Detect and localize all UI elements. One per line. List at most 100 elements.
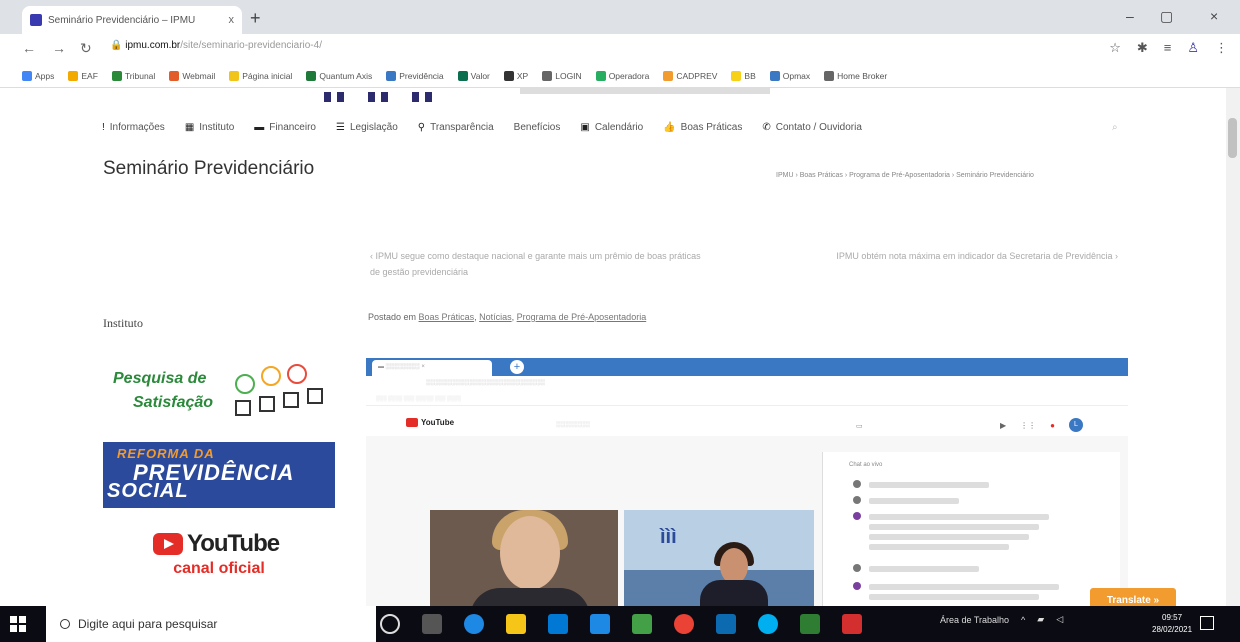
taskbar-search[interactable]: Digite aqui para pesquisar <box>46 606 376 642</box>
embed-video-speaker-1 <box>430 510 618 608</box>
category-link-pre-aposentadoria[interactable]: Programa de Pré-Aposentadoria <box>517 312 647 322</box>
people-icon[interactable] <box>716 614 736 634</box>
forward-icon[interactable]: → <box>52 40 66 56</box>
bookmark-icon <box>769 70 780 81</box>
acrobat-icon[interactable] <box>842 614 862 634</box>
tab-close-icon[interactable]: x <box>229 14 235 26</box>
breadcrumb[interactable]: IPMU › Boas Práticas › Programa de Pré-A… <box>776 172 1034 179</box>
bookmark-item[interactable]: Webmail <box>169 70 215 81</box>
bookmark-item[interactable]: XP <box>503 70 529 81</box>
bookmark-label: XP <box>516 70 529 81</box>
bookmark-item[interactable]: Previdência <box>386 70 444 81</box>
app-l-icon[interactable] <box>632 614 652 634</box>
nav-item-label: Legislação <box>349 122 398 133</box>
bookmark-item[interactable]: Opmax <box>769 70 810 81</box>
banner-youtube-canal[interactable]: YouTube canal oficial <box>103 520 335 586</box>
bookmark-icon <box>229 70 240 81</box>
task-view-icon[interactable] <box>422 614 442 634</box>
mail-icon[interactable] <box>590 614 610 634</box>
nav-item[interactable]: ✆ Contato / Ouvidoria <box>762 122 862 133</box>
bookmark-item[interactable]: Home Broker <box>824 70 888 81</box>
embed-chat-avatar <box>853 512 861 520</box>
scrollbar-thumb[interactable] <box>1228 118 1237 158</box>
nav-item[interactable]: ! Informações <box>102 122 165 133</box>
bookmark-icon <box>111 70 122 81</box>
checkbox-icon <box>235 400 251 416</box>
calculator-icon[interactable] <box>800 614 820 634</box>
category-link-boas-praticas[interactable]: Boas Práticas <box>419 312 475 322</box>
nav-item-label: Informações <box>109 122 165 133</box>
nav-item[interactable]: ☰ Legislação <box>336 122 398 133</box>
embed-bookmarks: ░░░ ░░░░ ░░░ ░░░░░ ░░░ ░░░░ <box>366 392 1128 406</box>
header-logo-fragment <box>520 88 770 94</box>
notifications-icon[interactable] <box>1200 616 1214 630</box>
bookmark-item[interactable]: BB <box>731 70 756 81</box>
embed-live-chat: Chat ao vivo <box>822 452 1120 608</box>
bookmark-item[interactable]: Valor <box>457 70 490 81</box>
profile-icon[interactable]: ♙ <box>1187 40 1199 56</box>
taskbar-clock[interactable]: 09:57 28/02/2021 <box>1152 612 1192 636</box>
bookmark-item[interactable]: Quantum Axis <box>306 70 372 81</box>
prev-post-link[interactable]: ‹ IPMU segue como destaque nacional e ga… <box>370 248 710 280</box>
nav-item[interactable]: ⚲ Transparência <box>418 122 494 133</box>
bookmark-item[interactable]: Tribunal <box>111 70 155 81</box>
reload-icon[interactable]: ↻ <box>80 40 92 57</box>
bookmark-item[interactable]: EAF <box>68 70 98 81</box>
windows-start-icon[interactable] <box>10 616 26 632</box>
next-post-link[interactable]: IPMU obtém nota máxima em indicador da S… <box>800 248 1118 264</box>
category-link-noticias[interactable]: Notícias <box>479 312 512 322</box>
maximize-button[interactable]: ▢ <box>1160 8 1173 25</box>
edge-icon[interactable] <box>464 614 484 634</box>
back-icon[interactable]: ← <box>22 40 36 56</box>
banner-pesquisa-line2: Satisfação <box>133 394 214 411</box>
chrome-icon[interactable] <box>674 614 694 634</box>
nav-search-icon[interactable]: ⌕ <box>1112 122 1118 133</box>
bookmark-label: LOGIN <box>555 70 582 81</box>
embed-chat-avatar <box>853 582 861 590</box>
banner-pesquisa-satisfacao[interactable]: Pesquisa de Satisfação <box>103 360 335 428</box>
page-scrollbar[interactable] <box>1226 88 1240 606</box>
bookmark-label: Apps <box>35 70 55 81</box>
network-icon[interactable]: ▰ <box>1037 614 1044 625</box>
bookmark-label: CADPREV <box>676 70 718 81</box>
browser-tab[interactable]: Seminário Previdenciário – IPMU x <box>22 6 242 34</box>
banner-reforma-previdencia[interactable]: REFORMA DA PREVIDÊNCIA SOCIAL <box>103 442 335 508</box>
extension-icon[interactable]: ✱ <box>1137 40 1148 56</box>
nav-item-icon: ▣ <box>580 122 590 133</box>
bookmark-icon <box>731 70 742 81</box>
new-tab-button[interactable]: + <box>250 8 261 29</box>
cortana-icon[interactable] <box>380 614 400 634</box>
bookmark-item[interactable]: Operadora <box>595 70 650 81</box>
bookmark-star-icon[interactable]: ☆ <box>1109 40 1121 56</box>
bookmark-label: Operadora <box>608 70 650 81</box>
bookmark-label: Previdência <box>399 70 444 81</box>
page-title: Seminário Previdenciário <box>103 158 315 179</box>
file-explorer-icon[interactable] <box>506 614 526 634</box>
lock-icon: 🔒 <box>110 40 126 51</box>
nav-item-icon: ⚲ <box>417 122 426 133</box>
url-path: /site/seminario-previdenciario-4/ <box>180 40 322 51</box>
tray-chevron-icon[interactable]: ^ <box>1021 615 1025 625</box>
nav-item[interactable]: ▦ Instituto <box>185 122 234 133</box>
nav-item[interactable]: 👍 Boas Práticas <box>663 122 742 133</box>
nav-item[interactable]: Benefícios <box>514 122 561 133</box>
reading-list-icon[interactable]: ≡ <box>1164 40 1172 56</box>
bookmark-item[interactable]: Página inicial <box>229 70 292 81</box>
embed-chat-message <box>869 524 1039 530</box>
volume-icon[interactable]: ◁ <box>1056 614 1063 625</box>
bookmark-label: Home Broker <box>837 70 888 81</box>
nav-item[interactable]: ▬ Financeiro <box>254 122 316 133</box>
url-field[interactable]: 🔒 ipmu.com.br/site/seminario-previdencia… <box>110 40 322 51</box>
banner-reforma-line1: REFORMA DA <box>117 446 215 461</box>
checkbox-icon <box>259 396 275 412</box>
store-icon[interactable] <box>548 614 568 634</box>
bookmark-item[interactable]: LOGIN <box>542 70 582 81</box>
bookmark-item[interactable]: Apps <box>22 70 55 81</box>
minimize-button[interactable]: – <box>1126 8 1134 24</box>
nav-item[interactable]: ▣ Calendário <box>580 122 643 133</box>
bookmark-item[interactable]: CADPREV <box>663 70 718 81</box>
menu-icon[interactable]: ⋮ <box>1215 40 1228 56</box>
tray-label[interactable]: Área de Trabalho <box>940 615 1009 625</box>
skype-icon[interactable] <box>758 614 778 634</box>
close-window-button[interactable]: × <box>1210 8 1218 24</box>
